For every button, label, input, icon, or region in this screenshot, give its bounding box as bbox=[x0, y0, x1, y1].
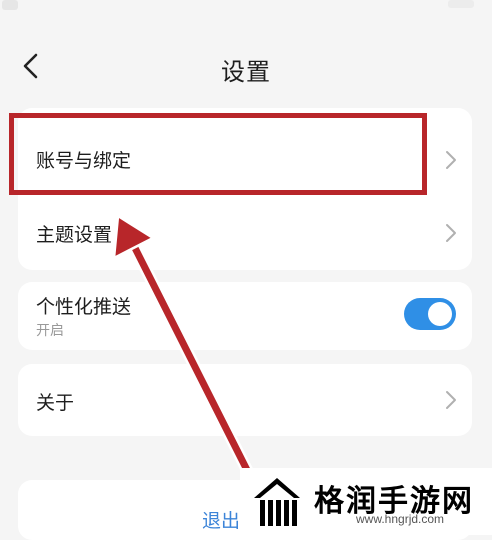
account-binding-label: 账号与绑定 bbox=[36, 150, 132, 172]
status-indicator bbox=[2, 0, 18, 10]
settings-card-account: 账号与绑定 主题设置 bbox=[18, 108, 472, 270]
personalized-push-label: 个性化推送 bbox=[36, 296, 132, 318]
about-label: 关于 bbox=[36, 392, 75, 414]
theme-settings-row[interactable]: 主题设置 bbox=[18, 204, 472, 270]
status-bar bbox=[0, 0, 492, 22]
personalized-push-toggle[interactable] bbox=[404, 298, 456, 330]
theme-settings-label: 主题设置 bbox=[36, 224, 113, 246]
toggle-knob bbox=[428, 302, 452, 326]
chevron-right-icon bbox=[446, 151, 456, 169]
account-binding-row[interactable]: 账号与绑定 bbox=[18, 108, 472, 204]
settings-card-logout bbox=[18, 480, 472, 540]
settings-card-about: 关于 bbox=[18, 364, 472, 436]
chevron-right-icon bbox=[446, 224, 456, 242]
page-title: 设置 bbox=[221, 58, 271, 86]
logout-button[interactable]: 退出 bbox=[202, 506, 240, 533]
chevron-right-icon bbox=[446, 391, 456, 409]
personalized-push-status: 开启 bbox=[36, 323, 64, 339]
about-row[interactable]: 关于 bbox=[18, 364, 472, 436]
personalized-push-row: 个性化推送 开启 bbox=[18, 282, 472, 350]
settings-card-push: 个性化推送 开启 bbox=[18, 282, 472, 350]
status-indicator bbox=[448, 0, 474, 8]
navigation-bar: 设置 bbox=[0, 22, 492, 112]
